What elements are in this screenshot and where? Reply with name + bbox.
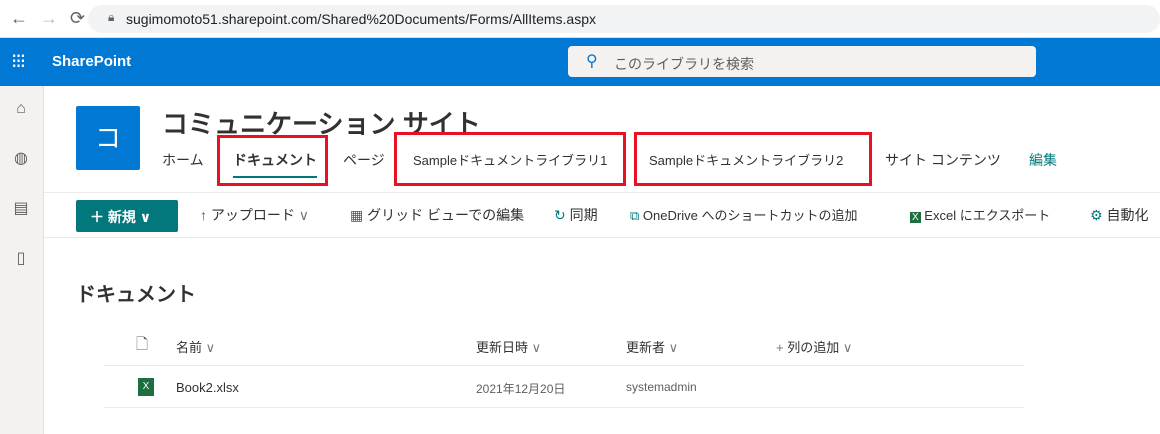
export-excel-button[interactable]: X Excel にエクスポート — [910, 205, 1050, 224]
document-icon[interactable]: ▯ — [11, 248, 31, 268]
upload-button[interactable]: ↑ アップロード ∨ — [200, 205, 309, 225]
grid-icon: ▦ — [350, 207, 364, 223]
app-name[interactable]: SharePoint — [52, 53, 131, 70]
onedrive-shortcut-button[interactable]: ⧉ OneDrive へのショートカットの追加 — [630, 205, 857, 224]
column-name[interactable]: 名前 ∨ — [176, 337, 215, 356]
flow-icon: ⚙ — [1090, 207, 1103, 223]
nav-pages[interactable]: ページ — [343, 150, 385, 170]
sync-icon: ↻ — [554, 207, 566, 223]
address-bar[interactable]: 🔒︎ sugimomoto51.sharepoint.com/Shared%20… — [88, 5, 1160, 33]
nav-sample-library-1[interactable]: Sampleドキュメントライブラリ1 — [413, 150, 607, 169]
new-button[interactable]: ＋ 新規 ∨ — [76, 200, 178, 232]
site-logo[interactable]: コ — [76, 106, 140, 170]
onedrive-label: OneDrive へのショートカットの追加 — [642, 208, 858, 223]
forward-button[interactable]: → — [40, 8, 58, 29]
grid-edit-label: グリッド ビューでの編集 — [367, 207, 525, 223]
grid-edit-button[interactable]: ▦ グリッド ビューでの編集 — [350, 205, 524, 225]
reload-button[interactable]: ⟳ — [70, 8, 85, 29]
new-label: 新規 — [107, 209, 136, 225]
add-column-label: 列の追加 — [787, 340, 840, 355]
add-column-button[interactable]: + 列の追加 ∨ — [776, 337, 852, 356]
column-modified-by-label: 更新者 — [626, 340, 666, 355]
lock-icon: 🔒︎ — [108, 10, 115, 24]
modified-by: systemadmin — [626, 380, 697, 394]
excel-icon: X — [910, 212, 921, 223]
column-modified[interactable]: 更新日時 ∨ — [476, 337, 541, 356]
home-icon[interactable]: ⌂ — [11, 100, 31, 120]
search-input[interactable]: ⚲ このライブラリを検索 — [568, 46, 1036, 77]
suite-bar: ⁝⁝⁝ SharePoint ⚲ このライブラリを検索 — [0, 38, 1160, 86]
upload-label: アップロード — [210, 207, 295, 223]
upload-icon: ↑ — [200, 207, 207, 223]
search-icon: ⚲ — [586, 53, 598, 70]
file-name[interactable]: Book2.xlsx — [176, 380, 239, 395]
shortcut-icon: ⧉ — [630, 208, 640, 223]
library-title: ドキュメント — [76, 284, 196, 306]
search-placeholder: このライブラリを検索 — [614, 56, 754, 72]
table-row[interactable]: X Book2.xlsx 2021年12月20日 systemadmin — [104, 366, 1024, 408]
nav-documents[interactable]: ドキュメント — [233, 150, 317, 178]
file-type-icon[interactable]: 🗋︎ — [136, 334, 148, 359]
nav-site-contents[interactable]: サイト コンテンツ — [885, 150, 1001, 170]
nav-sample-library-2[interactable]: Sampleドキュメントライブラリ2 — [649, 150, 843, 169]
automate-button[interactable]: ⚙ 自動化 — [1090, 205, 1148, 225]
sync-label: 同期 — [569, 207, 598, 223]
back-button[interactable]: ← — [10, 8, 28, 29]
sync-button[interactable]: ↻ 同期 — [554, 205, 598, 225]
nav-home[interactable]: ホーム — [162, 150, 204, 170]
column-modified-label: 更新日時 — [476, 340, 529, 355]
column-modified-by[interactable]: 更新者 ∨ — [626, 337, 678, 356]
news-icon[interactable]: ▤ — [11, 198, 31, 218]
globe-icon[interactable]: ◍ — [11, 148, 31, 168]
url-text: sugimomoto51.sharepoint.com/Shared%20Doc… — [126, 11, 596, 27]
excel-label: Excel にエクスポート — [924, 208, 1051, 223]
left-rail: ⌂ ◍ ▤ ▯ — [0, 86, 44, 434]
modified-date: 2021年12月20日 — [476, 382, 566, 396]
browser-toolbar: ← → ⟳ 🔒︎ sugimomoto51.sharepoint.com/Sha… — [0, 0, 1160, 38]
excel-file-icon: X — [138, 378, 154, 396]
nav-edit[interactable]: 編集 — [1029, 150, 1057, 170]
column-name-label: 名前 — [176, 340, 203, 355]
automate-label: 自動化 — [1106, 207, 1149, 223]
command-bar: ＋ 新規 ∨ ↑ アップロード ∨ ▦ グリッド ビューでの編集 ↻ 同期 ⧉ … — [44, 192, 1160, 238]
app-launcher-icon[interactable]: ⁝⁝⁝ — [11, 49, 26, 74]
